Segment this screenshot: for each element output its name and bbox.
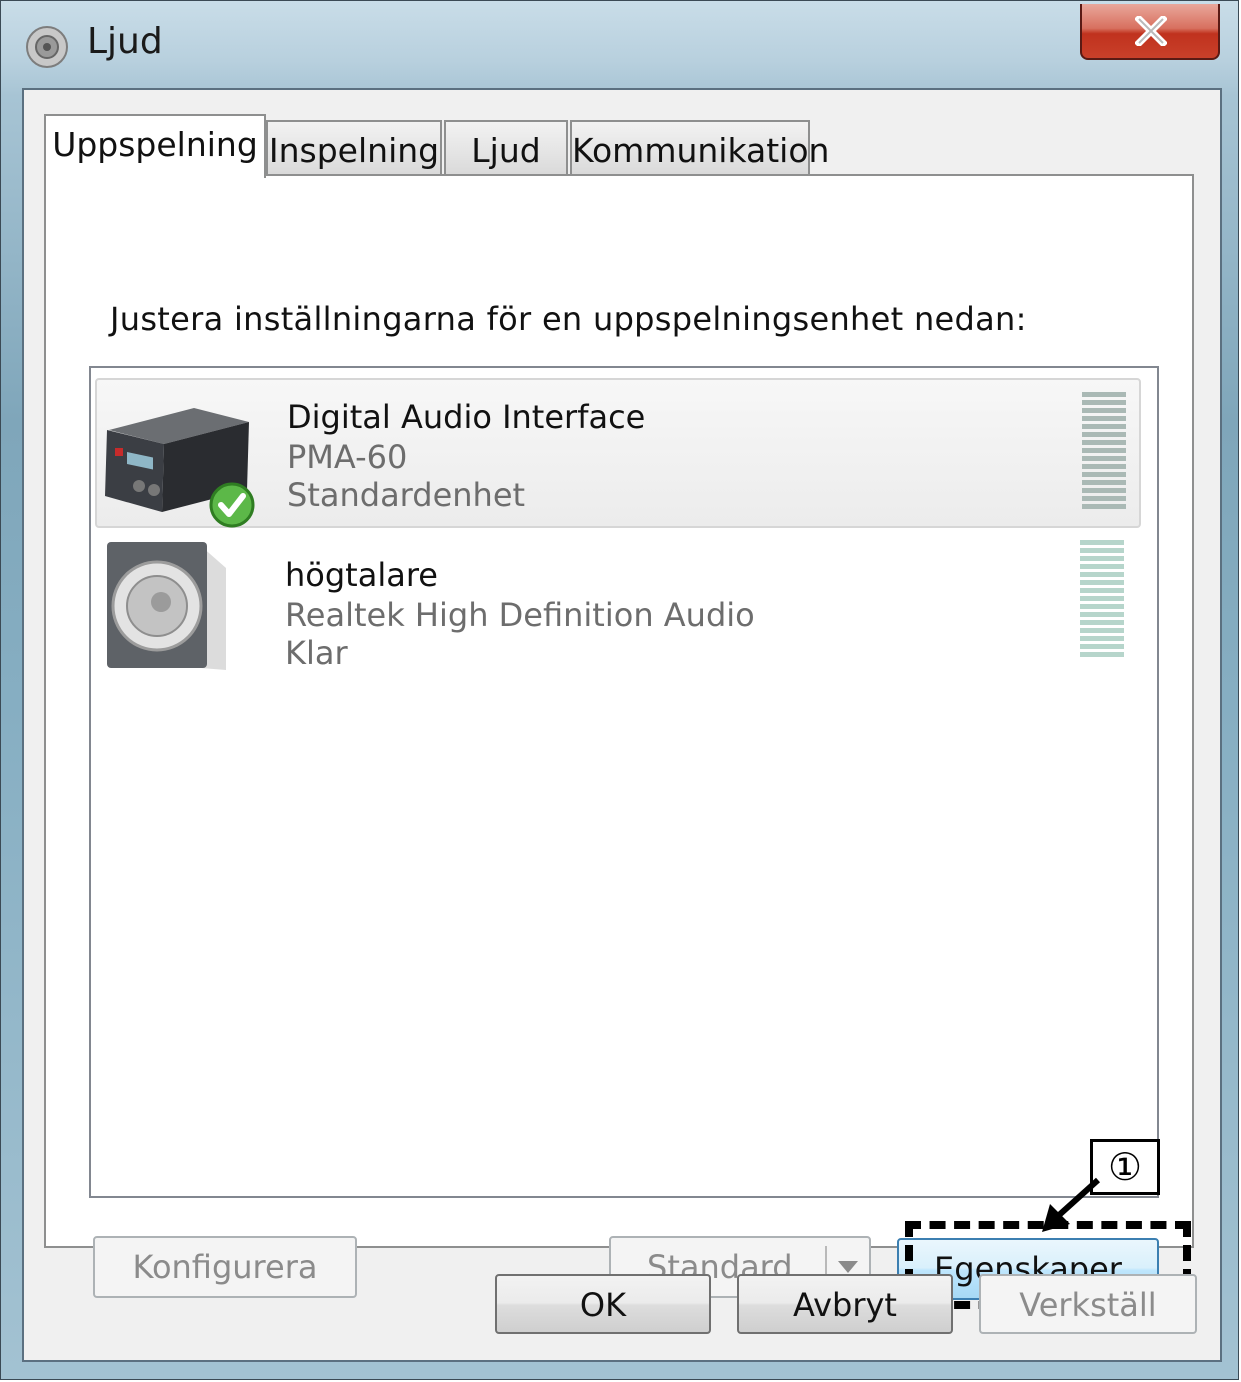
tab-ljud[interactable]: Ljud [444, 120, 568, 176]
speaker-icon [107, 542, 226, 670]
cancel-button[interactable]: Avbryt [737, 1274, 953, 1334]
close-icon [1135, 16, 1167, 46]
ok-button-label: OK [579, 1286, 627, 1324]
device-name: Digital Audio Interface [287, 398, 646, 436]
volume-meter [1080, 540, 1124, 660]
close-button[interactable] [1080, 4, 1220, 60]
dialog-client-area: Uppspelning Inspelning Ljud Kommunikatio… [22, 88, 1222, 1362]
sound-dialog-window: Ljud Uppspelning Inspelning Ljud Kommuni… [0, 0, 1239, 1380]
device-model: Realtek High Definition Audio [285, 596, 755, 634]
device-name: högtalare [285, 556, 438, 594]
list-item-digital-audio-interface[interactable]: Digital Audio Interface PMA-60 Standarde… [95, 378, 1141, 528]
list-item-hogtalare[interactable]: högtalare Realtek High Definition Audio … [95, 538, 1141, 688]
device-model: PMA-60 [287, 438, 408, 476]
ok-button[interactable]: OK [495, 1274, 711, 1334]
tab-kommunikation[interactable]: Kommunikation [570, 120, 829, 176]
volume-meter [1082, 392, 1126, 512]
device-status: Standardenhet [287, 476, 526, 514]
instruction-text: Justera inställningarna för en uppspelni… [110, 300, 1027, 338]
tab-panel-uppspelning: Justera inställningarna för en uppspelni… [44, 174, 1194, 1309]
configure-button[interactable]: Konfigurera [93, 1236, 357, 1298]
chevron-down-icon[interactable] [837, 1260, 859, 1274]
tab-uppspelning[interactable]: Uppspelning [44, 114, 266, 178]
device-status: Klar [285, 634, 348, 672]
checkmark-icon [209, 482, 255, 528]
speaker-app-icon [26, 26, 68, 68]
cancel-button-label: Avbryt [793, 1286, 897, 1324]
apply-button[interactable]: Verkställ [979, 1274, 1197, 1334]
arrow-icon [1042, 1177, 1101, 1232]
window-title: Ljud [87, 21, 163, 62]
apply-button-label: Verkställ [1019, 1286, 1157, 1324]
configure-button-label: Konfigurera [132, 1248, 318, 1286]
playback-device-list[interactable]: Digital Audio Interface PMA-60 Standarde… [89, 366, 1159, 1198]
tab-inspelning[interactable]: Inspelning [266, 120, 442, 176]
